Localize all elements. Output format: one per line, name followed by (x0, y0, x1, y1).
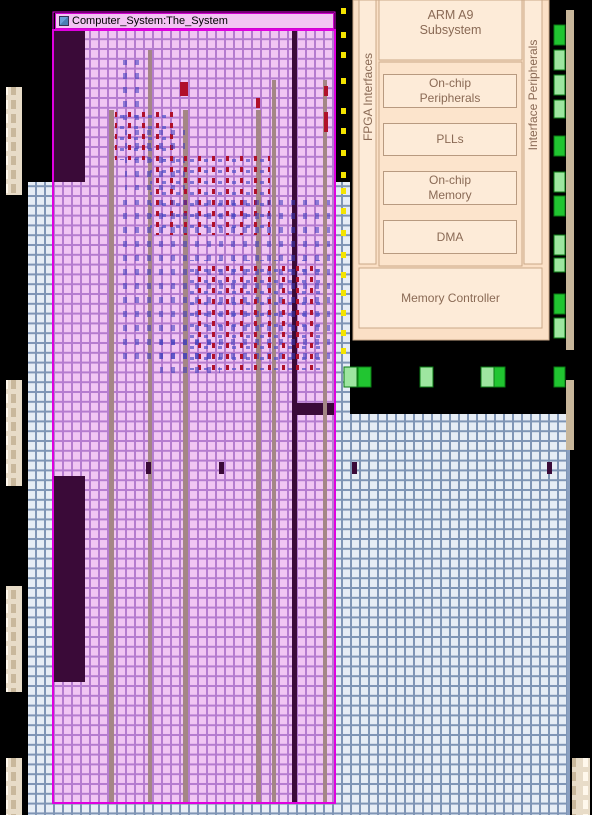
memory-controller-label: Memory Controller (401, 291, 500, 305)
on-chip-memory-label: On-chip Memory (428, 173, 472, 202)
region-title-bar[interactable]: Computer_System:The_System (55, 13, 334, 29)
dma-label: DMA (436, 229, 464, 244)
fpga-interfaces-label: FPGA Interfaces (361, 52, 375, 142)
on-chip-memory-block: On-chip Memory (383, 171, 517, 205)
dma-block: DMA (383, 220, 517, 254)
arm-a9-subsystem-label: ARM A9 Subsystem (419, 8, 482, 37)
on-chip-peripherals-block: On-chip Peripherals (383, 74, 517, 108)
plls-block: PLLs (383, 123, 517, 156)
interface-peripherals-label: Interface Peripherals (526, 39, 540, 151)
region-icon (59, 16, 69, 26)
plls-label: PLLs (436, 132, 464, 146)
region-name: Computer_System:The_System (72, 15, 228, 27)
hps-block (352, 0, 550, 341)
on-chip-peripherals-label: On-chip Peripherals (419, 76, 481, 105)
left-io-pads (6, 87, 22, 815)
